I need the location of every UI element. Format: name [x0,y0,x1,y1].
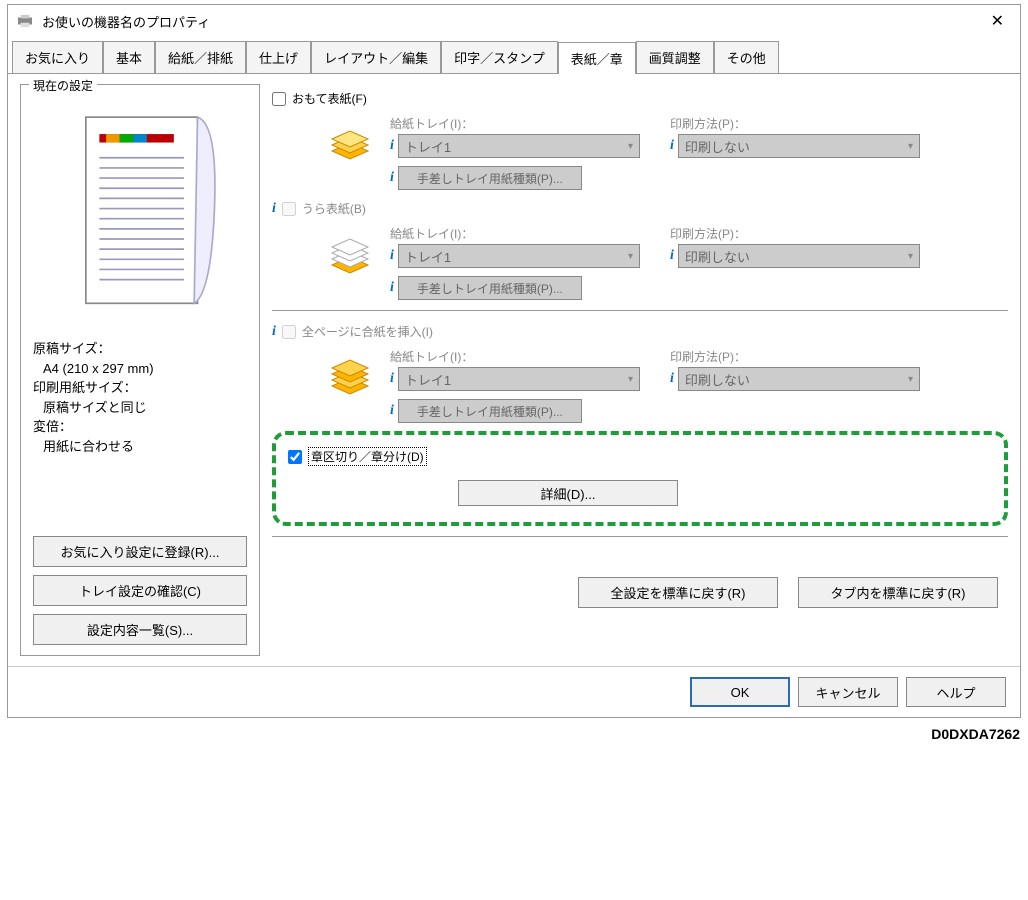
front-tray-label: 給紙トレイ(I)： [390,115,640,132]
footer-code: D0DXDA7262 [0,722,1028,746]
info-icon[interactable]: i [670,371,674,387]
reset-all-button[interactable]: 全設定を標準に戻す(R) [578,577,778,608]
slipsheet-section: i 全ページに合紙を挿入(I) 給紙トレイ(I)： i トレイ1▾ [272,321,1008,423]
slip-tray-combo: トレイ1▾ [398,367,640,391]
chapter-head: 章区切り／章分け(D) [288,445,992,468]
info-icon[interactable]: i [390,403,394,419]
back-print-combo: 印刷しない▾ [678,244,920,268]
paper-stack-yellow-icon [322,115,378,171]
tab-other[interactable]: その他 [714,41,779,73]
chevron-down-icon: ▾ [628,374,633,385]
tab-paper[interactable]: 給紙／排紙 [155,41,246,73]
tab-stamp[interactable]: 印字／スタンプ [441,41,558,73]
slip-bypass-button: 手差しトレイ用紙種類(P)... [398,399,582,423]
front-cover-checkbox[interactable] [272,92,286,106]
spec-print-value: 原稿サイズと同じ [33,398,247,418]
chapter-label: 章区切り／章分け(D) [308,447,427,466]
reset-tab-button[interactable]: タブ内を標準に戻す(R) [798,577,998,608]
divider [272,536,1008,537]
info-icon[interactable]: i [390,280,394,296]
tab-layout[interactable]: レイアウト／編集 [311,41,441,73]
cancel-button[interactable]: キャンセル [798,677,898,707]
front-print-label: 印刷方法(P)： [670,115,920,132]
back-print-label: 印刷方法(P)： [670,225,920,242]
dialog-button-row: OK キャンセル ヘルプ [8,666,1020,717]
page-preview-icon [50,107,230,327]
front-cover-label: おもて表紙(F) [292,90,367,107]
chapter-highlight: 章区切り／章分け(D) 詳細(D)... [272,431,1008,526]
info-icon[interactable]: i [272,324,276,340]
close-icon[interactable]: ✕ [983,11,1012,31]
info-icon[interactable]: i [670,248,674,264]
titlebar: お使いの機器名のプロパティ ✕ [8,5,1020,37]
main-column: おもて表紙(F) 給紙トレイ(I)： i トレイ1▾ 印刷方法 [272,84,1008,656]
back-bypass-button: 手差しトレイ用紙種類(P)... [398,276,582,300]
register-favorite-button[interactable]: お気に入り設定に登録(R)... [33,536,247,567]
spec-size-value: A4 (210 x 297 mm) [33,359,247,379]
front-bypass-button: 手差しトレイ用紙種類(P)... [398,166,582,190]
spec-zoom-label: 変倍： [33,417,247,437]
back-cover-checkbox [282,202,296,216]
info-icon[interactable]: i [670,138,674,154]
content: 現在の設定 原稿サイズ： A4 (210 x 297 mm) 印刷用紙サイズ： … [8,73,1020,666]
paper-stack-back-icon [322,225,378,281]
slipsheet-head: i 全ページに合紙を挿入(I) [272,321,1008,342]
tab-basic[interactable]: 基本 [103,41,155,73]
chevron-down-icon: ▾ [628,251,633,262]
slipsheet-label: 全ページに合紙を挿入(I) [302,323,433,340]
back-cover-label: うら表紙(B) [302,200,366,217]
chapter-checkbox[interactable] [288,450,302,464]
front-tray-combo: トレイ1▾ [398,134,640,158]
back-cover-section: i うら表紙(B) 給紙トレイ(I)： i トレイ1▾ [272,198,1008,300]
spec-size-label: 原稿サイズ： [33,339,247,359]
slip-print-combo: 印刷しない▾ [678,367,920,391]
back-tray-label: 給紙トレイ(I)： [390,225,640,242]
info-icon[interactable]: i [390,371,394,387]
paper-stack-slip-icon [322,348,378,404]
divider [272,310,1008,311]
tab-favorites[interactable]: お気に入り [12,41,103,73]
preview-button-stack: お気に入り設定に登録(R)... トレイ設定の確認(C) 設定内容一覧(S)..… [29,536,251,645]
slip-tray-label: 給紙トレイ(I)： [390,348,640,365]
check-tray-button[interactable]: トレイ設定の確認(C) [33,575,247,606]
back-tray-combo: トレイ1▾ [398,244,640,268]
back-cover-head: i うら表紙(B) [272,198,1008,219]
chevron-down-icon: ▾ [908,251,913,262]
tab-quality[interactable]: 画質調整 [636,41,714,73]
printer-icon [16,14,34,28]
spec-print-label: 印刷用紙サイズ： [33,378,247,398]
tab-finish[interactable]: 仕上げ [246,41,311,73]
chevron-down-icon: ▾ [908,141,913,152]
slip-print-label: 印刷方法(P)： [670,348,920,365]
chapter-details-button[interactable]: 詳細(D)... [458,480,678,506]
settings-list-button[interactable]: 設定内容一覧(S)... [33,614,247,645]
preview-legend: 現在の設定 [29,77,97,94]
tab-cover[interactable]: 表紙／章 [558,42,636,74]
chevron-down-icon: ▾ [908,374,913,385]
help-button[interactable]: ヘルプ [906,677,1006,707]
front-cover-section: おもて表紙(F) 給紙トレイ(I)： i トレイ1▾ 印刷方法 [272,88,1008,190]
spec-zoom-value: 用紙に合わせる [33,437,247,457]
info-icon[interactable]: i [390,170,394,186]
info-icon[interactable]: i [390,248,394,264]
preview-column: 現在の設定 原稿サイズ： A4 (210 x 297 mm) 印刷用紙サイズ： … [20,84,260,656]
chevron-down-icon: ▾ [628,141,633,152]
tab-bar: お気に入り 基本 給紙／排紙 仕上げ レイアウト／編集 印字／スタンプ 表紙／章… [8,37,1020,73]
front-print-combo: 印刷しない▾ [678,134,920,158]
ok-button[interactable]: OK [690,677,790,707]
front-cover-head: おもて表紙(F) [272,88,1008,109]
reset-row: 全設定を標準に戻す(R) タブ内を標準に戻す(R) [272,577,1008,608]
info-icon[interactable]: i [272,201,276,217]
window-title: お使いの機器名のプロパティ [42,12,983,31]
slipsheet-checkbox [282,325,296,339]
info-icon[interactable]: i [390,138,394,154]
spec-text: 原稿サイズ： A4 (210 x 297 mm) 印刷用紙サイズ： 原稿サイズと… [29,339,251,456]
preview-fieldset: 現在の設定 原稿サイズ： A4 (210 x 297 mm) 印刷用紙サイズ： … [20,84,260,656]
dialog-window: お使いの機器名のプロパティ ✕ お気に入り 基本 給紙／排紙 仕上げ レイアウト… [7,4,1021,718]
